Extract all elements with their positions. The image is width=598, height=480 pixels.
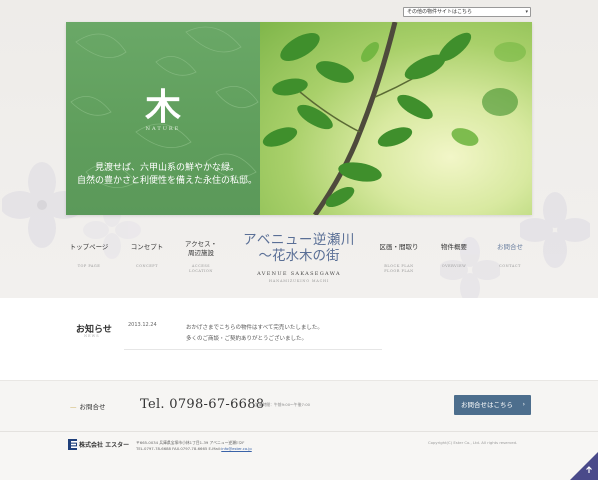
brand-tagline: 〜花水木の街 [258,248,340,264]
nav-concept[interactable]: コンセプト CONCEPT [126,243,168,268]
contact-bar: — お問合せ Tel. 0798-67-6688 営業時間：午前9:00〜午後7:… [0,380,598,432]
news-line1: おかげさまでこちらの物件はすべて完売いたしました。 [186,325,323,331]
brand-en-name: AVENUE SAKASEGAWA [257,271,341,277]
hero-nature-panel: 木 NATURE 見渡せば、六甲山系の鮮やかな緑。 自然の豊かさと利便性を備えた… [66,22,260,215]
leaves-illustration [262,22,526,215]
hero-nature-label: NATURE [145,126,181,132]
nav-contact[interactable]: お問合せ CONTACT [490,243,530,268]
nav-concept-en: CONCEPT [135,264,159,268]
copyright: Copyright(C) Ester Co., Ltd. All rights … [428,440,518,445]
nav-floor-plan-label: 区画・間取り [379,243,419,251]
news-date: 2013.12.24 [128,322,157,328]
nav-floor-plan-en-line2: FLOOR PLAN [384,269,414,273]
nav-floor-plan[interactable]: 区画・間取り BLOCK PLAN FLOOR PLAN [376,243,422,273]
news-section: お知らせ NEWS 2013.12.24 おかげさまでこちらの物件はすべて完売い… [0,298,598,380]
business-hours: 営業時間：午前9:00〜午後7:00 [255,402,311,407]
nav-overview-label: 物件概要 [441,243,467,251]
chevron-down-icon: ▾ [525,9,528,15]
nav-access-label-line2: 周辺施設 [188,249,214,257]
nav-access[interactable]: アクセス・ 周辺施設 ACCESS LOCATION [180,240,222,273]
hero-banner: 木 NATURE 見渡せば、六甲山系の鮮やかな緑。 自然の豊かさと利便性を備えた… [66,22,532,215]
news-divider [124,349,382,350]
nav-overview[interactable]: 物件概要 OVERVIEW [434,243,474,268]
news-line2: 多くのご商談・ご契約ありがとうございました。 [186,336,308,342]
hero-copy-line2: 自然の豊かさと利便性を備えた永住の私邸。 [76,176,257,186]
nav-top-page-en: TOP PAGE [77,264,101,268]
nav-top-page[interactable]: トップページ TOP PAGE [68,243,110,268]
address-line2: TEL.0797-78-6688 FAX.0797-78-6665 E-Mail… [136,446,222,451]
property-site-select[interactable]: その他の物件サイトはこちら ▾ [403,7,531,17]
hero-copy-line1: 見渡せば、六甲山系の鮮やかな緑。 [94,163,239,173]
brand-logo[interactable]: アベニュー逆瀬川 〜花水木の街 AVENUE SAKASEGAWA HANAMI… [231,232,367,283]
nav-top-page-label: トップページ [69,243,109,251]
company-address: 〒665-0034 兵庫県宝塚市小林1丁目1-39 アベニュー逆瀬川2F TEL… [136,440,252,452]
nav-contact-label: お問合せ [497,243,523,251]
phone-number[interactable]: Tel. 0798-67-6688 [140,397,264,412]
brand-en-sub: HANAMIZUKINO MACHI [268,279,330,283]
contact-label: — お問合せ [70,401,106,411]
brand-name: アベニュー逆瀬川 [243,232,355,248]
hero-kanji: 木 [144,86,181,128]
chevron-right-icon: › [522,401,525,408]
nav-overview-en: OVERVIEW [441,264,467,268]
nav-access-label-line1: アクセス・ [184,240,218,248]
company-name: 株式会社 エスター [79,442,130,449]
site-select-value: その他の物件サイトはこちら [407,9,473,15]
hero-copy: 見渡せば、六甲山系の鮮やかな緑。 自然の豊かさと利便性を備えた永住の私邸。 [74,162,260,188]
nav-floor-plan-en-line1: BLOCK PLAN [384,264,414,268]
nav-access-en-line1: ACCESS [191,264,211,268]
contact-button[interactable]: お問合せはこちら › [454,395,531,415]
address-line1: 〒665-0034 兵庫県宝塚市小林1丁目1-39 アベニュー逆瀬川2F [136,440,245,445]
news-body: おかげさまでこちらの物件はすべて完売いたしました。 多くのご商談・ご契約ありがと… [186,323,386,345]
contact-button-label: お問合せはこちら [461,401,513,409]
page-top-button[interactable] [570,452,598,480]
contact-label-text: お問合せ [79,403,106,411]
hero-leaf-photo [260,22,532,215]
email-link[interactable]: info@ester.co.jp [221,446,252,451]
nav-concept-label: コンセプト [130,243,164,251]
nav-access-en-line2: LOCATION [189,269,213,273]
footer: 株式会社 エスター 〒665-0034 兵庫県宝塚市小林1丁目1-39 アベニュ… [0,432,598,480]
news-title-en: NEWS [84,334,100,338]
nav-contact-en: CONTACT [499,264,521,268]
company-logo-icon [68,439,77,450]
contact-dash: — [70,403,77,411]
